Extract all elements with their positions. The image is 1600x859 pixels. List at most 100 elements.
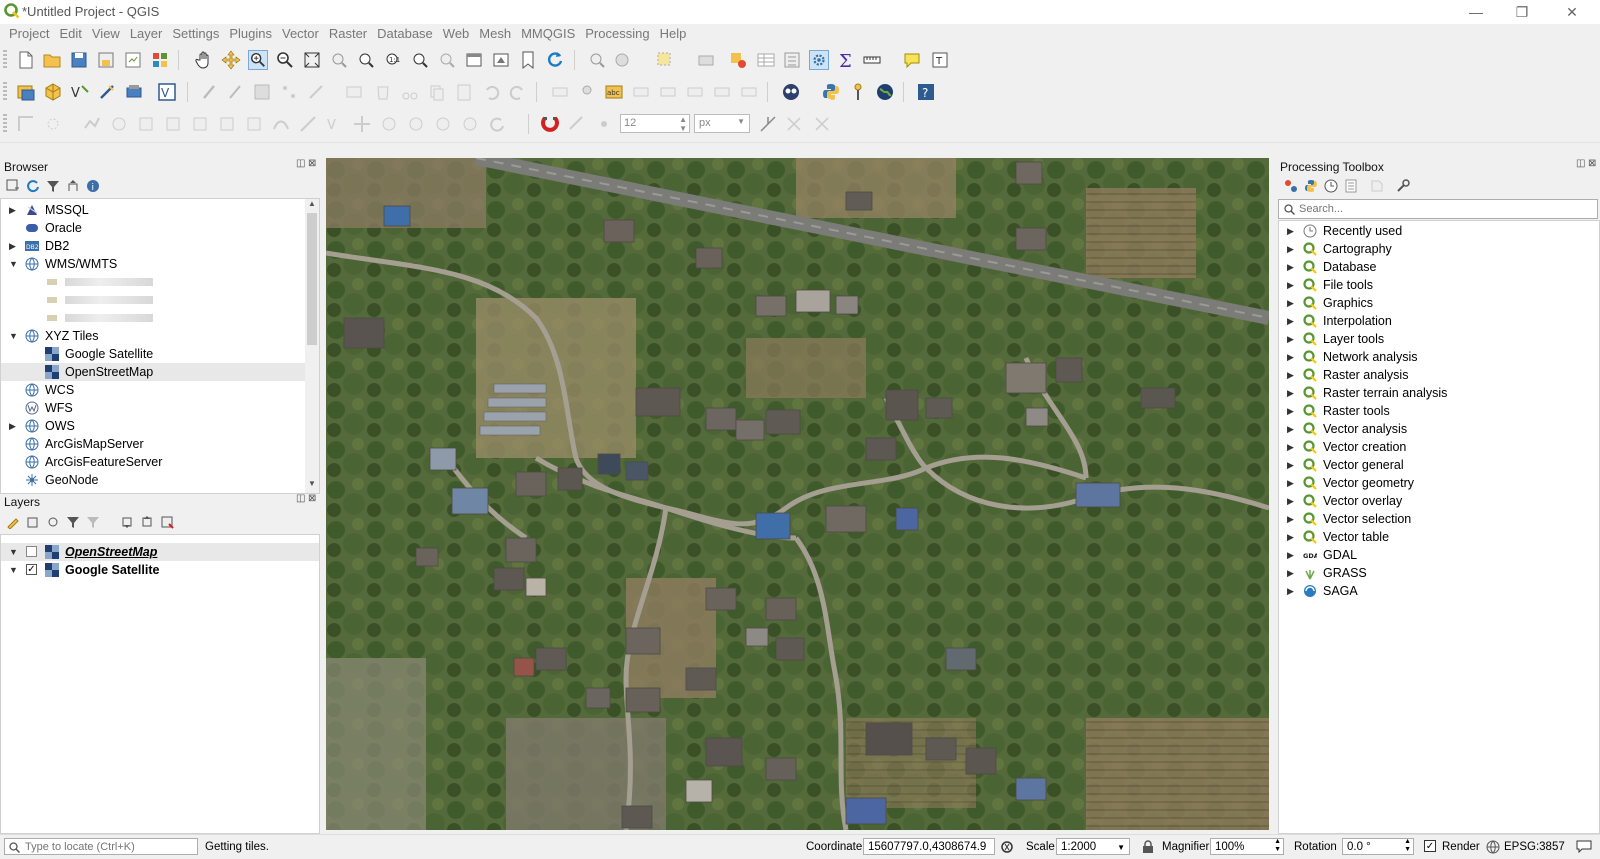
scripts-icon[interactable] bbox=[1304, 179, 1318, 193]
browser-item-mssql[interactable]: ▶ MSSQL bbox=[1, 201, 305, 219]
menu-plugins[interactable]: Plugins bbox=[224, 24, 277, 44]
menu-database[interactable]: Database bbox=[372, 24, 438, 44]
toggle-editing-icon[interactable] bbox=[225, 82, 245, 102]
menu-mmqgis[interactable]: MMQGIS bbox=[516, 24, 580, 44]
run-action-icon[interactable] bbox=[612, 50, 632, 70]
save-edits-icon[interactable] bbox=[252, 82, 272, 102]
zoom-selection-icon[interactable] bbox=[329, 50, 349, 70]
processing-group-interpolation[interactable]: ▶ Interpolation bbox=[1279, 312, 1599, 330]
add-ring-icon[interactable] bbox=[16, 114, 36, 134]
topological-editing-icon[interactable] bbox=[758, 114, 778, 134]
magnifier-stepper[interactable]: 100% ▲ ▼ bbox=[1210, 838, 1284, 855]
locator-input[interactable] bbox=[25, 839, 193, 854]
filter-expression-icon[interactable] bbox=[86, 515, 100, 529]
tracing-icon[interactable] bbox=[812, 114, 832, 134]
map-canvas[interactable] bbox=[326, 158, 1269, 830]
chevron-right-icon[interactable]: ▶ bbox=[1287, 564, 1295, 582]
chevron-right-icon[interactable]: ▶ bbox=[1287, 294, 1295, 312]
processing-group-network-analysis[interactable]: ▶ Network analysis bbox=[1279, 348, 1599, 366]
browser-item-arcgisfeatureserver[interactable]: ArcGisFeatureServer bbox=[1, 453, 305, 471]
processing-group-saga[interactable]: ▶ SAGA bbox=[1279, 582, 1599, 600]
chevron-right-icon[interactable]: ▶ bbox=[1287, 276, 1295, 294]
browser-item-blurred[interactable] bbox=[1, 291, 305, 309]
processing-group-recently-used[interactable]: ▶ Recently used bbox=[1279, 222, 1599, 240]
zoom-out-icon[interactable] bbox=[275, 50, 295, 70]
processing-group-graphics[interactable]: ▶ Graphics bbox=[1279, 294, 1599, 312]
chevron-right-icon[interactable]: ▶ bbox=[1287, 348, 1295, 366]
label-abc-icon[interactable]: abc bbox=[604, 82, 624, 102]
georeferencer-icon[interactable] bbox=[848, 82, 868, 102]
statistics-icon[interactable]: Σ bbox=[836, 50, 856, 70]
processing-group-raster-analysis[interactable]: ▶ Raster analysis bbox=[1279, 366, 1599, 384]
simplify-icon[interactable] bbox=[82, 114, 102, 134]
delete-part-icon[interactable] bbox=[190, 114, 210, 134]
scrollbar-thumb[interactable] bbox=[307, 213, 317, 345]
chevron-right-icon[interactable]: ▶ bbox=[1287, 420, 1295, 438]
new-virtual-layer-icon[interactable] bbox=[124, 82, 144, 102]
chevron-right-icon[interactable]: ▶ bbox=[9, 237, 17, 255]
current-edits-icon[interactable] bbox=[200, 82, 220, 102]
reshape-icon[interactable] bbox=[217, 114, 237, 134]
self-snapping-icon[interactable] bbox=[784, 114, 804, 134]
chevron-right-icon[interactable]: ▶ bbox=[1287, 528, 1295, 546]
undo-icon[interactable] bbox=[481, 82, 501, 102]
menu-processing[interactable]: Processing bbox=[580, 24, 654, 44]
browser-item-blurred[interactable] bbox=[1, 273, 305, 291]
close-processing-panel-icon[interactable]: ⊠ bbox=[1588, 158, 1596, 169]
new-shapefile-icon[interactable]: V bbox=[70, 82, 90, 102]
chevron-right-icon[interactable]: ▶ bbox=[1287, 222, 1295, 240]
processing-group-file-tools[interactable]: ▶ File tools bbox=[1279, 276, 1599, 294]
browser-item-openstreetmap[interactable]: OpenStreetMap bbox=[1, 363, 305, 381]
processing-search-input[interactable] bbox=[1299, 201, 1589, 216]
zoom-next-icon[interactable] bbox=[437, 50, 457, 70]
browser-scrollbar[interactable]: ▲ ▼ bbox=[305, 199, 319, 493]
menu-web[interactable]: Web bbox=[438, 24, 475, 44]
deselect-icon[interactable] bbox=[728, 50, 748, 70]
chevron-right-icon[interactable]: ▶ bbox=[1287, 240, 1295, 258]
collapse-layers-icon[interactable] bbox=[140, 515, 154, 529]
attribute-table-icon[interactable] bbox=[756, 50, 776, 70]
processing-group-vector-selection[interactable]: ▶ Vector selection bbox=[1279, 510, 1599, 528]
merge-selected-icon[interactable] bbox=[379, 114, 399, 134]
processing-search-box[interactable] bbox=[1278, 199, 1598, 219]
menu-vector[interactable]: Vector bbox=[277, 24, 324, 44]
processing-toolbox-icon[interactable] bbox=[809, 50, 829, 70]
modify-attributes-icon[interactable] bbox=[344, 82, 364, 102]
highlight-label-icon[interactable] bbox=[631, 82, 651, 102]
menu-layer[interactable]: Layer bbox=[125, 24, 168, 44]
close-panel-icon[interactable]: ⊠ bbox=[308, 158, 316, 169]
chevron-right-icon[interactable]: ▶ bbox=[1287, 384, 1295, 402]
zoom-full-icon[interactable] bbox=[302, 50, 322, 70]
browser-item-blurred[interactable] bbox=[1, 309, 305, 327]
offset-point-symbols-icon[interactable] bbox=[460, 114, 480, 134]
manage-themes-icon[interactable] bbox=[46, 515, 60, 529]
add-part-icon[interactable] bbox=[109, 114, 129, 134]
processing-group-database[interactable]: ▶ Database bbox=[1279, 258, 1599, 276]
processing-options-icon[interactable] bbox=[1396, 179, 1410, 193]
tolerance-stepper-icon[interactable]: ▲ ▼ bbox=[679, 115, 687, 133]
add-feature-icon[interactable] bbox=[279, 82, 299, 102]
quickmapservices-icon[interactable] bbox=[781, 82, 801, 102]
chevron-right-icon[interactable]: ▶ bbox=[1287, 546, 1295, 564]
identify-icon[interactable] bbox=[587, 50, 607, 70]
menu-raster[interactable]: Raster bbox=[324, 24, 372, 44]
toggle-extents-icon[interactable] bbox=[1000, 840, 1014, 854]
menu-view[interactable]: View bbox=[87, 24, 125, 44]
data-source-manager-icon[interactable] bbox=[16, 82, 36, 102]
open-project-icon[interactable] bbox=[42, 50, 62, 70]
label-tool-icon[interactable] bbox=[550, 82, 570, 102]
select-features-icon[interactable] bbox=[655, 50, 675, 70]
pan-to-selection-icon[interactable] bbox=[221, 50, 241, 70]
redo-icon[interactable] bbox=[508, 82, 528, 102]
add-selected-layers-icon[interactable] bbox=[6, 179, 20, 193]
merge-attributes-icon[interactable] bbox=[406, 114, 426, 134]
refresh-icon[interactable] bbox=[545, 50, 565, 70]
scroll-down-icon[interactable]: ▼ bbox=[308, 479, 316, 488]
split-features-icon[interactable]: V bbox=[325, 114, 345, 134]
menu-settings[interactable]: Settings bbox=[167, 24, 224, 44]
processing-group-vector-general[interactable]: ▶ Vector general bbox=[1279, 456, 1599, 474]
float-panel-icon[interactable]: ◫ bbox=[296, 158, 305, 169]
chevron-right-icon[interactable]: ▶ bbox=[1287, 492, 1295, 510]
collapse-all-icon[interactable] bbox=[66, 179, 80, 193]
copy-features-icon[interactable] bbox=[427, 82, 447, 102]
